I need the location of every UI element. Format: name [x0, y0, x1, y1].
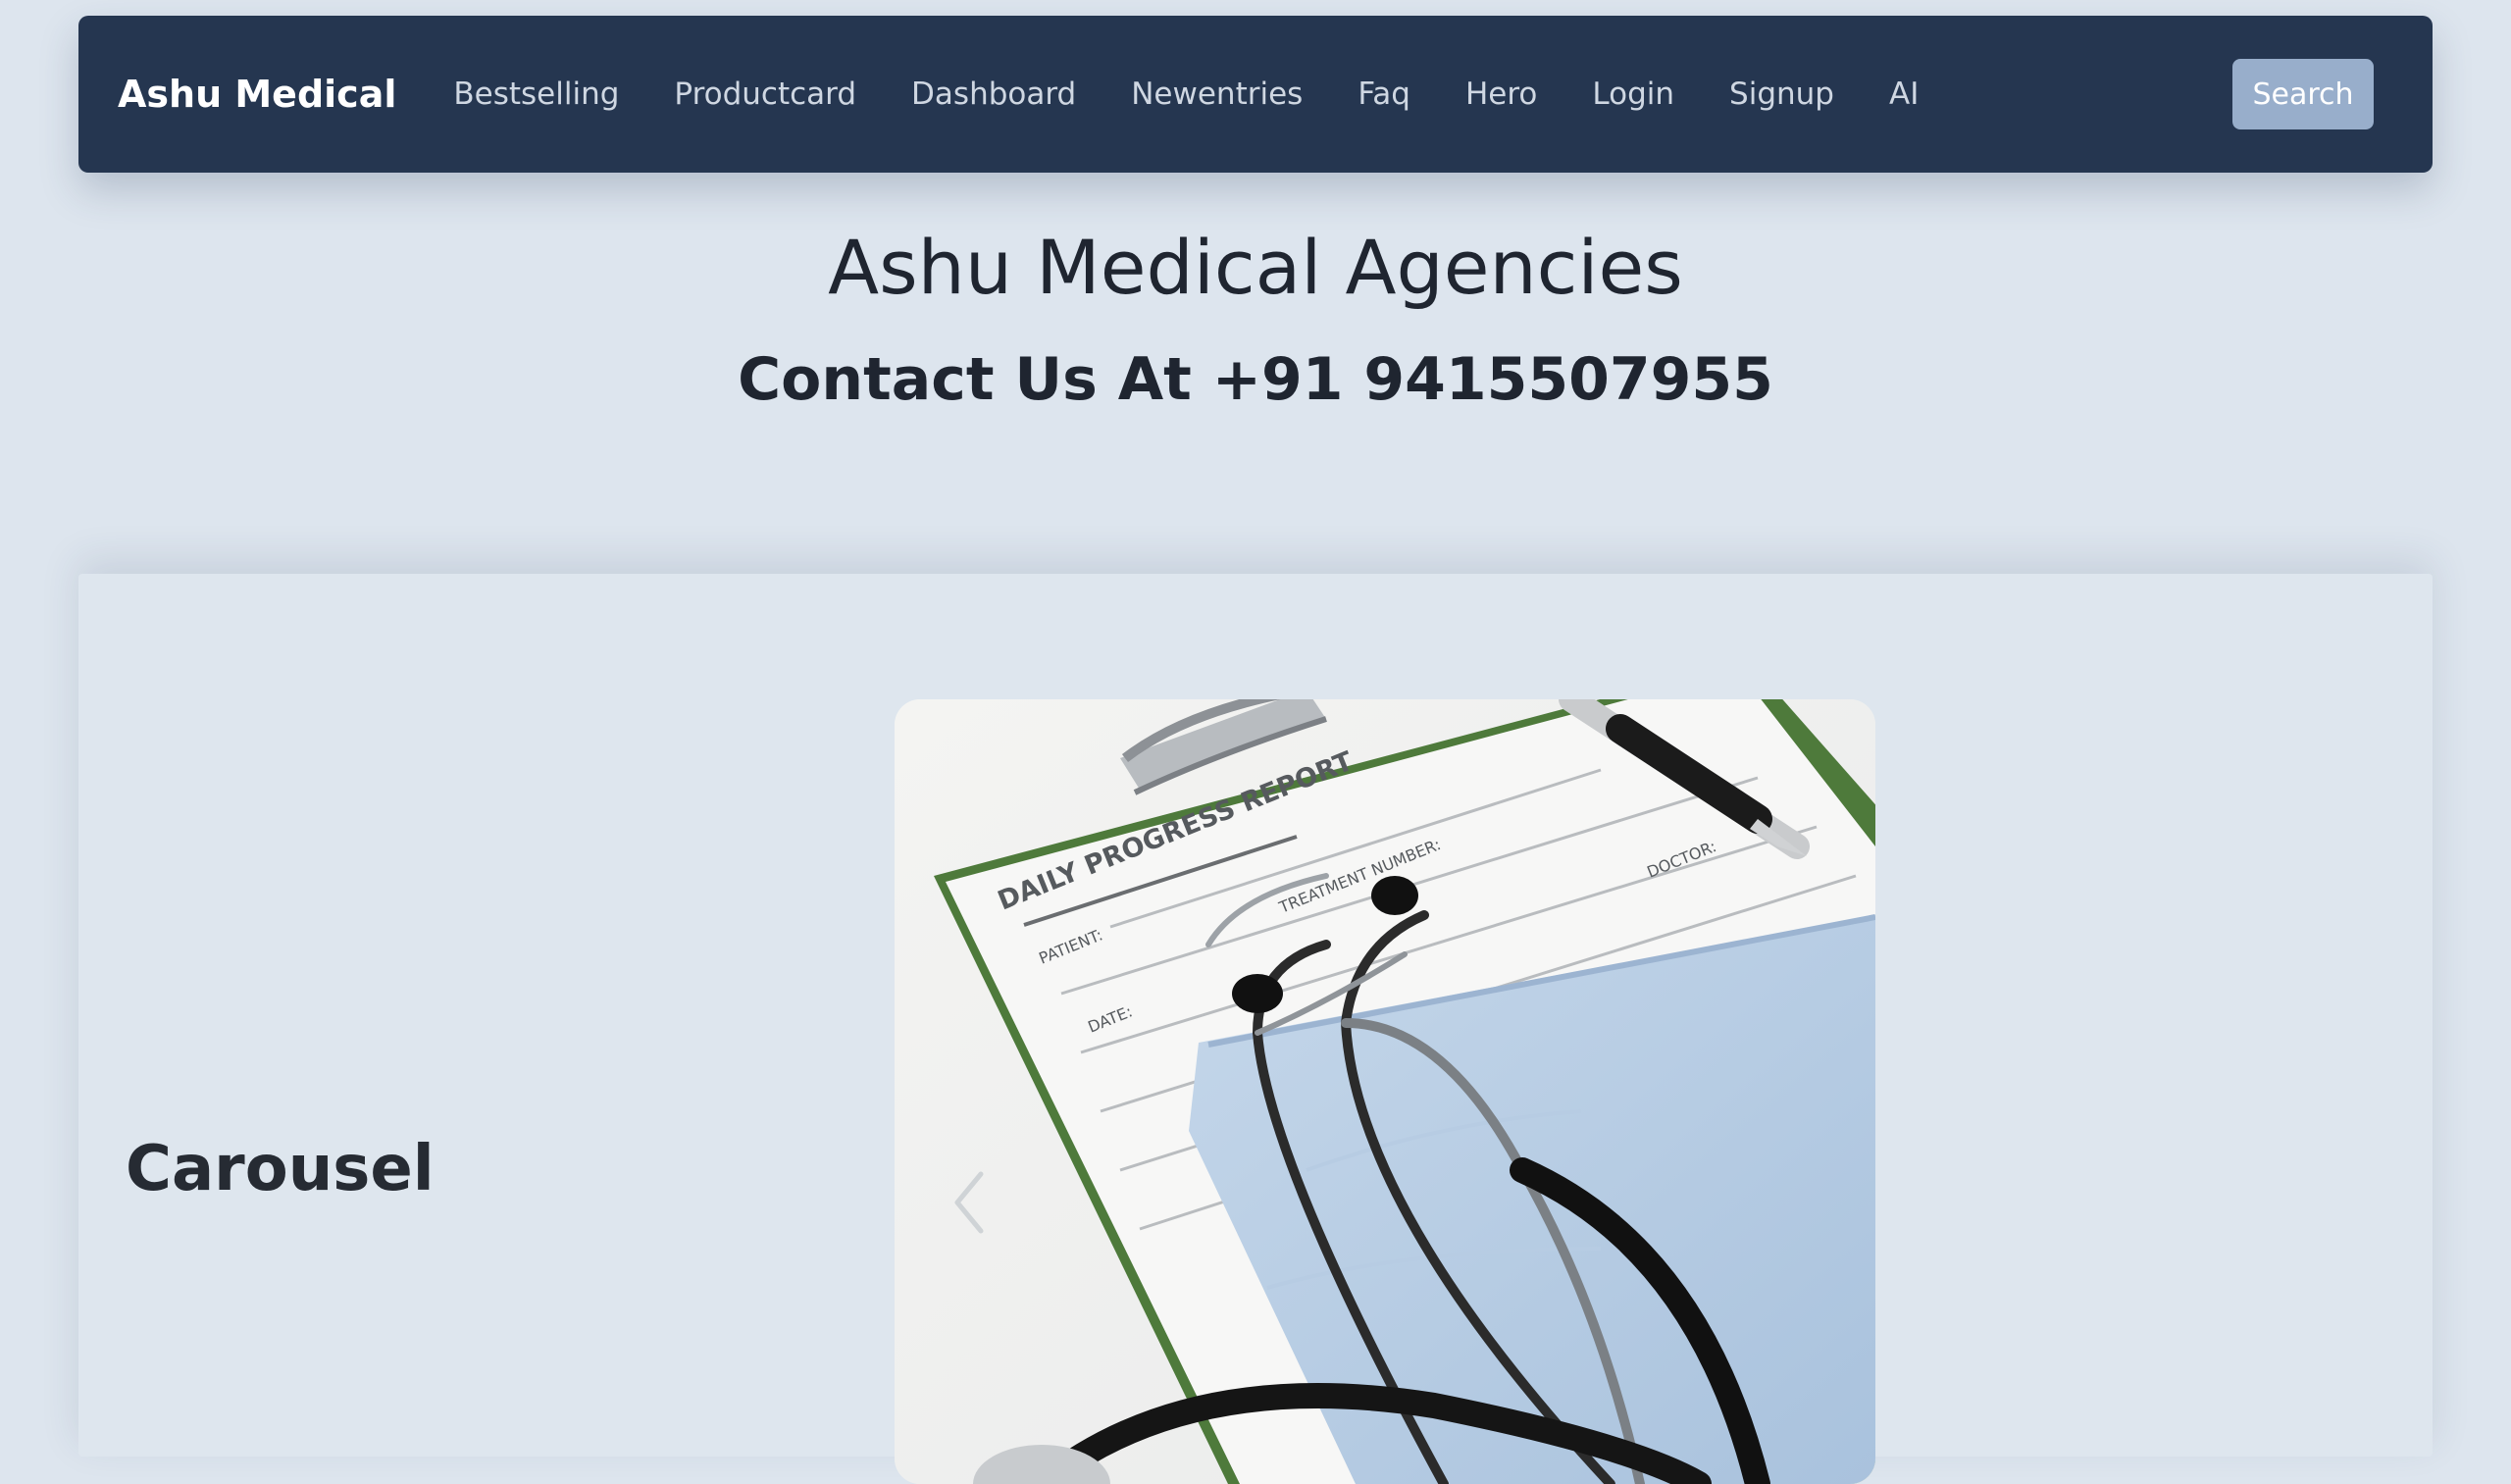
nav-link-productcard[interactable]: Productcard — [646, 77, 884, 112]
nav-link-dashboard[interactable]: Dashboard — [884, 77, 1103, 112]
page-title: Ashu Medical Agencies — [828, 224, 1683, 311]
carousel-prev-icon[interactable] — [949, 1168, 989, 1237]
nav-link-hero[interactable]: Hero — [1438, 77, 1564, 112]
nav-link-ai[interactable]: AI — [1862, 77, 1946, 112]
nav-link-faq[interactable]: Faq — [1330, 77, 1438, 112]
carousel-heading: Carousel — [126, 1133, 435, 1205]
navbar: Ashu Medical Bestselling Productcard Das… — [78, 16, 2433, 173]
carousel-section: Carousel DAILY PROGRESS REPORT PATIENT: … — [78, 574, 2433, 1484]
contact-subtitle: Contact Us At +91 9415507955 — [738, 345, 1773, 414]
brand-link[interactable]: Ashu Medical — [118, 73, 396, 116]
nav-link-login[interactable]: Login — [1564, 77, 1702, 112]
nav-links: Bestselling Productcard Dashboard Newent… — [426, 16, 1946, 173]
nav-link-bestselling[interactable]: Bestselling — [426, 77, 646, 112]
nav-link-newentries[interactable]: Newentries — [1103, 77, 1330, 112]
medical-clipboard-image: DAILY PROGRESS REPORT PATIENT: TREATMENT… — [895, 699, 1875, 1484]
carousel-slide[interactable]: DAILY PROGRESS REPORT PATIENT: TREATMENT… — [895, 699, 1875, 1484]
search-button[interactable]: Search — [2232, 59, 2374, 129]
nav-link-signup[interactable]: Signup — [1702, 77, 1862, 112]
